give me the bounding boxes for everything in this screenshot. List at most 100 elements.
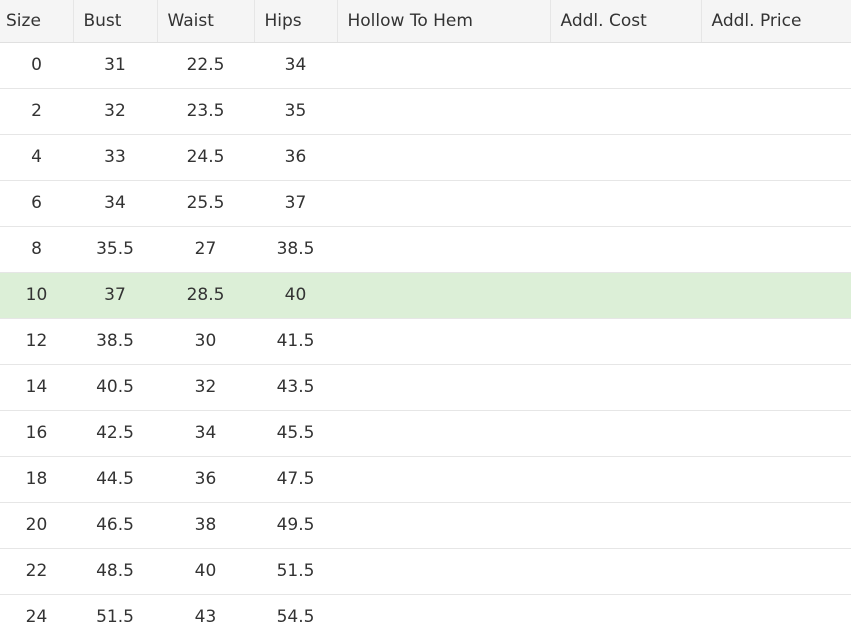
cell-size: 22 [0, 548, 73, 595]
cell-waist: 30 [157, 318, 254, 365]
cell-waist: 27 [157, 226, 254, 273]
cell-hollow-to-hem [337, 548, 550, 595]
cell-hollow-to-hem [337, 88, 550, 135]
cell-addl-cost [550, 226, 701, 273]
table-row: 24 51.5 43 54.5 [0, 594, 851, 638]
cell-hollow-to-hem [337, 502, 550, 549]
cell-addl-price [701, 318, 851, 365]
cell-addl-cost [550, 594, 701, 638]
cell-hollow-to-hem [337, 364, 550, 411]
cell-bust: 51.5 [73, 594, 157, 638]
cell-size: 20 [0, 502, 73, 549]
cell-addl-price [701, 456, 851, 503]
table-header: Size Bust Waist Hips Hollow To Hem Addl.… [0, 0, 851, 43]
cell-addl-cost [550, 180, 701, 227]
cell-size: 4 [0, 134, 73, 181]
cell-bust: 34 [73, 180, 157, 227]
cell-addl-cost [550, 134, 701, 181]
cell-hips: 35 [254, 88, 337, 135]
cell-hips: 43.5 [254, 364, 337, 411]
cell-hips: 45.5 [254, 410, 337, 457]
cell-addl-cost [550, 272, 701, 319]
cell-size: 16 [0, 410, 73, 457]
cell-addl-cost [550, 456, 701, 503]
cell-size: 8 [0, 226, 73, 273]
cell-hollow-to-hem [337, 226, 550, 273]
table-row: 22 48.5 40 51.5 [0, 548, 851, 595]
table-row: 10 37 28.5 40 [0, 272, 851, 319]
cell-addl-price [701, 272, 851, 319]
cell-hips: 51.5 [254, 548, 337, 595]
cell-size: 14 [0, 364, 73, 411]
cell-bust: 48.5 [73, 548, 157, 595]
cell-addl-price [701, 364, 851, 411]
cell-addl-price [701, 180, 851, 227]
cell-addl-cost [550, 548, 701, 595]
cell-hollow-to-hem [337, 456, 550, 503]
cell-addl-price [701, 410, 851, 457]
cell-addl-price [701, 594, 851, 638]
cell-hollow-to-hem [337, 318, 550, 365]
cell-bust: 44.5 [73, 456, 157, 503]
header-bust: Bust [73, 0, 158, 43]
cell-waist: 36 [157, 456, 254, 503]
header-addl-price: Addl. Price [701, 0, 851, 43]
cell-addl-cost [550, 318, 701, 365]
cell-addl-price [701, 548, 851, 595]
cell-bust: 35.5 [73, 226, 157, 273]
cell-addl-price [701, 42, 851, 89]
cell-size: 2 [0, 88, 73, 135]
cell-size: 12 [0, 318, 73, 365]
cell-waist: 24.5 [157, 134, 254, 181]
cell-addl-price [701, 502, 851, 549]
table-row: 18 44.5 36 47.5 [0, 456, 851, 503]
table-row: 20 46.5 38 49.5 [0, 502, 851, 549]
table-body: 0 31 22.5 34 2 32 23.5 35 4 33 24.5 36 6 34 25.5 37 8 35.… [0, 42, 851, 638]
cell-size: 6 [0, 180, 73, 227]
header-row: Size Bust Waist Hips Hollow To Hem Addl.… [0, 0, 851, 43]
cell-bust: 32 [73, 88, 157, 135]
cell-addl-cost [550, 410, 701, 457]
cell-hollow-to-hem [337, 134, 550, 181]
cell-bust: 40.5 [73, 364, 157, 411]
cell-waist: 34 [157, 410, 254, 457]
cell-bust: 37 [73, 272, 157, 319]
table-row: 8 35.5 27 38.5 [0, 226, 851, 273]
cell-addl-cost [550, 502, 701, 549]
table-row: 2 32 23.5 35 [0, 88, 851, 135]
header-size: Size [0, 0, 74, 43]
cell-hips: 47.5 [254, 456, 337, 503]
cell-waist: 40 [157, 548, 254, 595]
cell-addl-cost [550, 88, 701, 135]
header-waist: Waist [157, 0, 255, 43]
cell-bust: 42.5 [73, 410, 157, 457]
cell-waist: 22.5 [157, 42, 254, 89]
cell-hips: 49.5 [254, 502, 337, 549]
table-row: 16 42.5 34 45.5 [0, 410, 851, 457]
cell-addl-price [701, 226, 851, 273]
table-row: 12 38.5 30 41.5 [0, 318, 851, 365]
cell-hips: 41.5 [254, 318, 337, 365]
table-row: 0 31 22.5 34 [0, 42, 851, 89]
cell-hips: 37 [254, 180, 337, 227]
cell-addl-price [701, 134, 851, 181]
cell-hips: 38.5 [254, 226, 337, 273]
table-row: 6 34 25.5 37 [0, 180, 851, 227]
header-hips: Hips [254, 0, 338, 43]
size-chart-table: Size Bust Waist Hips Hollow To Hem Addl.… [0, 0, 851, 638]
cell-bust: 33 [73, 134, 157, 181]
cell-hollow-to-hem [337, 180, 550, 227]
header-hollow-to-hem: Hollow To Hem [337, 0, 551, 43]
table-row: 14 40.5 32 43.5 [0, 364, 851, 411]
cell-size: 10 [0, 272, 73, 319]
cell-hips: 34 [254, 42, 337, 89]
cell-waist: 43 [157, 594, 254, 638]
cell-waist: 23.5 [157, 88, 254, 135]
cell-hollow-to-hem [337, 594, 550, 638]
cell-size: 18 [0, 456, 73, 503]
cell-addl-price [701, 88, 851, 135]
cell-hollow-to-hem [337, 410, 550, 457]
header-addl-cost: Addl. Cost [550, 0, 702, 43]
cell-hips: 36 [254, 134, 337, 181]
cell-addl-cost [550, 42, 701, 89]
